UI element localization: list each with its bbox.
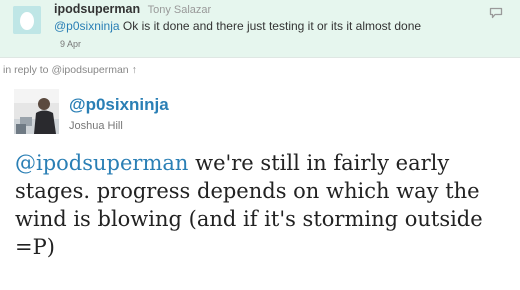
parent-tweet-body: Ok is it done and there just testing it … <box>119 19 422 33</box>
speech-bubble-icon[interactable] <box>489 6 503 19</box>
person-photo-icon <box>14 89 59 134</box>
tweet-screen-name[interactable]: @p0sixninja <box>69 95 169 115</box>
tweet-text: @ipodsuperman we're still in fairly earl… <box>15 149 515 261</box>
parent-tweet-date[interactable]: 9 Apr <box>60 39 81 49</box>
parent-tweet-text: @p0sixninja Ok is it done and there just… <box>54 19 421 33</box>
tweet-mention-link[interactable]: @ipodsuperman <box>15 151 188 175</box>
parent-mention-link[interactable]: @p0sixninja <box>54 19 120 33</box>
tweet-real-name: Joshua Hill <box>69 120 123 132</box>
up-arrow-icon: ↑ <box>131 64 137 76</box>
egg-avatar[interactable] <box>13 6 41 34</box>
parent-screen-name[interactable]: ipodsuperman <box>54 2 140 16</box>
in-reply-to-link[interactable]: in reply to @ipodsuperman ↑ <box>3 64 137 76</box>
photo-avatar[interactable] <box>14 89 59 134</box>
egg-icon <box>13 6 41 34</box>
parent-real-name: Tony Salazar <box>147 4 212 16</box>
in-reply-to-label: in reply to @ipodsuperman <box>3 64 129 76</box>
parent-tweet-card[interactable]: ipodsuperman Tony Salazar @p0sixninja Ok… <box>0 0 520 58</box>
parent-tweet-header: ipodsuperman Tony Salazar <box>54 2 211 16</box>
